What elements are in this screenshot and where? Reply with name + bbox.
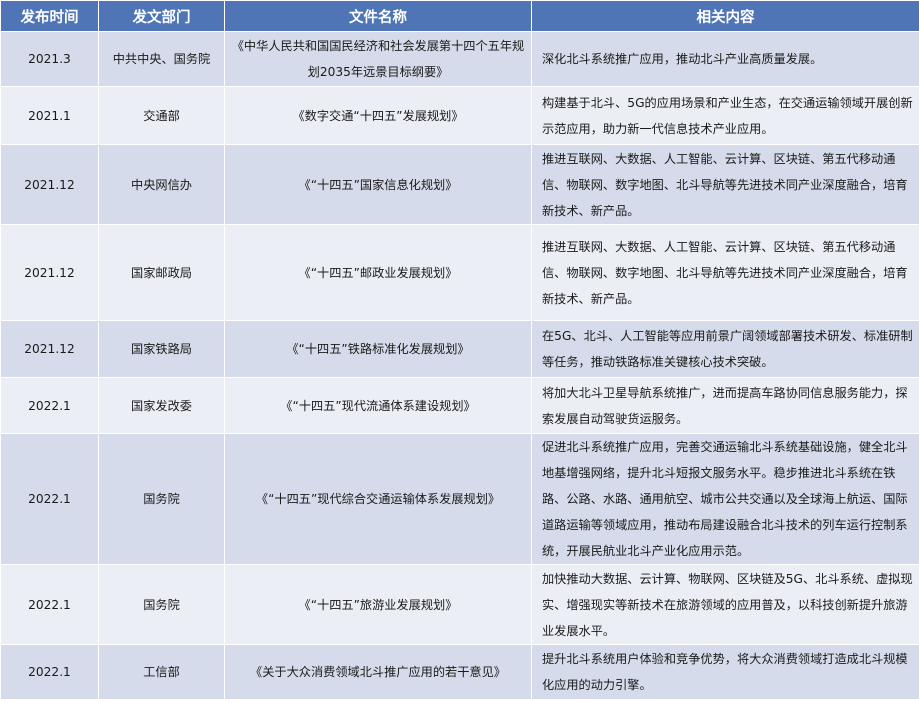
row-title: 《“十四五”旅游业发展规划》	[224, 564, 532, 645]
table-row: 2022.1 国务院 《“十四五”旅游业发展规划》 加快推动大数据、云计算、物联…	[0, 564, 919, 645]
row-title: 《数字交通“十四五”发展规划》	[224, 86, 532, 145]
table-row: 2021.1 交通部 《数字交通“十四五”发展规划》 构建基于北斗、5G的应用场…	[0, 86, 919, 145]
row-dept: 中央网信办	[98, 144, 225, 225]
row-title: 《“十四五”国家信息化规划》	[224, 144, 532, 225]
row-content: 在5G、北斗、人工智能等应用前景广阔领域部署技术研发、标准研制等任务，推动铁路标…	[531, 320, 919, 378]
row-date: 2021.3	[0, 31, 99, 87]
row-content: 构建基于北斗、5G的应用场景和产业生态，在交通运输领域开展创新示范应用，助力新一…	[531, 86, 919, 145]
row-dept: 国家发改委	[98, 377, 225, 434]
table-row: 2022.1 国务院 《“十四五”现代综合交通运输体系发展规划》 促进北斗系统推…	[0, 433, 919, 565]
row-content: 将加大北斗卫星导航系统推广，进而提高车路协同信息服务能力，探索发展自动驾驶货运服…	[531, 377, 919, 434]
policy-table: 发布时间 发文部门 文件名称 相关内容 2021.3 中共中央、国务院 《中华人…	[0, 0, 919, 700]
table-row: 2021.12 中央网信办 《“十四五”国家信息化规划》 推进互联网、大数据、人…	[0, 144, 919, 225]
table-row: 2021.12 国家铁路局 《“十四五”铁路标准化发展规划》 在5G、北斗、人工…	[0, 320, 919, 378]
row-dept: 国务院	[98, 433, 225, 565]
row-content: 深化北斗系统推广应用，推动北斗产业高质量发展。	[531, 31, 919, 87]
row-date: 2022.1	[0, 433, 99, 565]
row-content: 提升北斗系统用户体验和竞争优势，将大众消费领域打造成北斗规模化应用的动力引擎。	[531, 644, 919, 700]
row-dept: 中共中央、国务院	[98, 31, 225, 87]
row-date: 2021.1	[0, 86, 99, 145]
table-row: 2021.12 国家邮政局 《“十四五”邮政业发展规划》 推进互联网、大数据、人…	[0, 224, 919, 321]
row-content: 加快推动大数据、云计算、物联网、区块链及5G、北斗系统、虚拟现实、增强现实等新技…	[531, 564, 919, 645]
row-title: 《“十四五”铁路标准化发展规划》	[224, 320, 532, 378]
row-dept: 交通部	[98, 86, 225, 145]
row-content: 促进北斗系统推广应用，完善交通运输北斗系统基础设施，健全北斗地基增强网络，提升北…	[531, 433, 919, 565]
header-date: 发布时间	[0, 0, 99, 32]
row-dept: 国家邮政局	[98, 224, 225, 321]
row-dept: 工信部	[98, 644, 225, 700]
row-dept: 国家铁路局	[98, 320, 225, 378]
row-date: 2021.12	[0, 144, 99, 225]
table-row: 2022.1 工信部 《关于大众消费领域北斗推广应用的若干意见》 提升北斗系统用…	[0, 644, 919, 700]
header-title: 文件名称	[224, 0, 532, 32]
table-header-row: 发布时间 发文部门 文件名称 相关内容	[0, 0, 919, 32]
row-title: 《“十四五”邮政业发展规划》	[224, 224, 532, 321]
row-title: 《关于大众消费领域北斗推广应用的若干意见》	[224, 644, 532, 700]
row-title: 《中华人民共和国国民经济和社会发展第十四个五年规划2035年远景目标纲要》	[224, 31, 532, 87]
row-content: 推进互联网、大数据、人工智能、云计算、区块链、第五代移动通信、物联网、数字地图、…	[531, 144, 919, 225]
row-content: 推进互联网、大数据、人工智能、云计算、区块链、第五代移动通信、物联网、数字地图、…	[531, 224, 919, 321]
row-date: 2022.1	[0, 564, 99, 645]
row-date: 2022.1	[0, 377, 99, 434]
table-row: 2022.1 国家发改委 《“十四五”现代流通体系建设规划》 将加大北斗卫星导航…	[0, 377, 919, 434]
row-dept: 国务院	[98, 564, 225, 645]
header-dept: 发文部门	[98, 0, 225, 32]
row-title: 《“十四五”现代综合交通运输体系发展规划》	[224, 433, 532, 565]
row-date: 2021.12	[0, 320, 99, 378]
header-content: 相关内容	[531, 0, 919, 32]
row-date: 2022.1	[0, 644, 99, 700]
row-date: 2021.12	[0, 224, 99, 321]
table-row: 2021.3 中共中央、国务院 《中华人民共和国国民经济和社会发展第十四个五年规…	[0, 31, 919, 87]
row-title: 《“十四五”现代流通体系建设规划》	[224, 377, 532, 434]
